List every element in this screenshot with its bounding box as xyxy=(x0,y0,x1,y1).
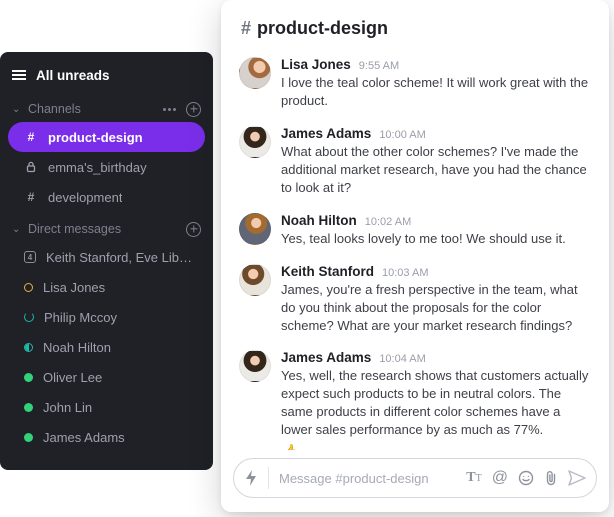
presence-away-icon xyxy=(24,283,33,292)
message-time: 10:03 AM xyxy=(382,267,428,279)
section-dms-label: Direct messages xyxy=(28,222,186,236)
message-text: What about the other color schemes? I've… xyxy=(281,143,591,197)
message: James Adams 10:00 AM What about the other … xyxy=(237,120,593,207)
message-text: Yes, teal looks lovely to me too! We sho… xyxy=(281,230,591,248)
channel-header[interactable]: # product-design xyxy=(221,0,609,51)
channel-emma-s-birthday[interactable]: emma's_birthday xyxy=(0,152,213,182)
mention-icon[interactable]: @ xyxy=(492,469,508,487)
hamburger-icon xyxy=(12,70,26,80)
message: Noah Hilton 10:02 AM Yes, teal looks lovel… xyxy=(237,207,593,258)
add-channel-icon[interactable] xyxy=(186,102,201,117)
channel-label: emma's_birthday xyxy=(48,160,147,175)
lock-icon xyxy=(24,161,38,173)
presence-online-icon xyxy=(24,433,33,442)
avatar[interactable] xyxy=(239,213,271,245)
dm-oliver-lee[interactable]: Oliver Lee xyxy=(0,362,213,392)
dm-noah-hilton[interactable]: Noah Hilton xyxy=(0,332,213,362)
dm-john-lin[interactable]: John Lin xyxy=(0,392,213,422)
avatar[interactable] xyxy=(239,350,271,382)
dm-lisa-jones[interactable]: Lisa Jones xyxy=(0,272,213,302)
dm-james-adams[interactable]: James Adams xyxy=(0,422,213,452)
message-list: Lisa Jones 9:55 AM I love the teal color s… xyxy=(221,51,609,450)
lightning-icon[interactable] xyxy=(244,470,258,486)
chevron-down-icon: ⌄ xyxy=(12,224,22,235)
message: James Adams 10:04 AM Yes, well, the resear… xyxy=(237,344,593,450)
message-author[interactable]: Keith Stanford xyxy=(281,264,374,279)
dm-keith-stanford-eve-libe-[interactable]: 4 Keith Stanford, Eve Libe... xyxy=(0,242,213,272)
attach-icon[interactable] xyxy=(544,470,558,486)
add-dm-icon[interactable] xyxy=(186,222,201,237)
message-time: 9:55 AM xyxy=(359,60,399,72)
chevron-down-icon: ⌄ xyxy=(12,104,22,115)
message-author[interactable]: James Adams xyxy=(281,126,371,141)
message-author[interactable]: Noah Hilton xyxy=(281,213,357,228)
all-unreads[interactable]: All unreads xyxy=(0,60,213,90)
sidebar: All unreads ⌄ Channels # product-design em… xyxy=(0,52,213,470)
message-author[interactable]: Lisa Jones xyxy=(281,57,351,72)
reaction[interactable]: 👍 xyxy=(281,443,591,450)
message-text: Yes, well, the research shows that custo… xyxy=(281,367,591,439)
dm-label: Philip Mccoy xyxy=(44,310,117,325)
dm-label: James Adams xyxy=(43,430,125,445)
message: Lisa Jones 9:55 AM I love the teal color s… xyxy=(237,51,593,120)
dm-label: John Lin xyxy=(43,400,92,415)
channel-label: product-design xyxy=(48,130,143,145)
channel-product-design[interactable]: # product-design xyxy=(8,122,205,152)
dm-label: Lisa Jones xyxy=(43,280,105,295)
message-time: 10:04 AM xyxy=(379,353,425,365)
avatar[interactable] xyxy=(239,264,271,296)
section-dms[interactable]: ⌄ Direct messages xyxy=(0,216,213,242)
emoji-icon[interactable] xyxy=(518,470,534,486)
presence-online-icon xyxy=(24,403,33,412)
dm-label: Oliver Lee xyxy=(43,370,102,385)
send-icon[interactable] xyxy=(568,470,586,486)
hash-icon: # xyxy=(241,18,251,39)
message-text: I love the teal color scheme! It will wo… xyxy=(281,74,591,110)
presence-dnd-icon xyxy=(24,343,33,352)
hash-icon: # xyxy=(24,130,38,144)
presence-refresh-icon xyxy=(24,312,34,322)
more-icon[interactable] xyxy=(163,108,176,111)
dm-label: Noah Hilton xyxy=(43,340,111,355)
section-channels-label: Channels xyxy=(28,102,163,116)
message-input[interactable] xyxy=(279,471,460,486)
message-text: James, you're a fresh perspective in the… xyxy=(281,281,591,335)
channel-title: product-design xyxy=(257,18,388,39)
presence-online-icon xyxy=(24,373,33,382)
section-channels[interactable]: ⌄ Channels xyxy=(0,96,213,122)
channel-label: development xyxy=(48,190,122,205)
avatar[interactable] xyxy=(239,126,271,158)
dm-label: Keith Stanford, Eve Libe... xyxy=(46,250,197,265)
group-count-icon: 4 xyxy=(24,251,36,263)
message: Keith Stanford 10:03 AM James, you're a fr… xyxy=(237,258,593,345)
message-time: 10:02 AM xyxy=(365,216,411,228)
hash-icon: # xyxy=(24,190,38,204)
message-time: 10:00 AM xyxy=(379,129,425,141)
divider xyxy=(268,467,269,489)
avatar[interactable] xyxy=(239,57,271,89)
all-unreads-label: All unreads xyxy=(36,68,110,83)
message-author[interactable]: James Adams xyxy=(281,350,371,365)
chat-panel: # product-design Lisa Jones 9:55 AM I love… xyxy=(221,0,609,512)
dm-philip-mccoy[interactable]: Philip Mccoy xyxy=(0,302,213,332)
composer[interactable]: TT @ xyxy=(233,458,597,498)
format-icon[interactable]: TT xyxy=(466,470,481,486)
channel-development[interactable]: # development xyxy=(0,182,213,212)
